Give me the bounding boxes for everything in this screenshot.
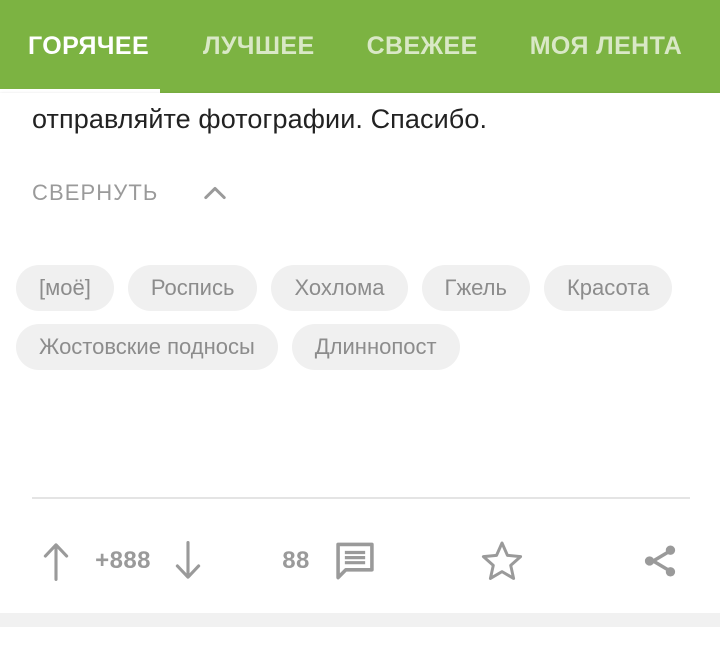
top-tab-bar: ГОРЯЧЕЕ ЛУЧШЕЕ СВЕЖЕЕ МОЯ ЛЕНТА СО — [0, 0, 720, 93]
tag-chip-krasota[interactable]: Красота — [543, 265, 673, 311]
tag-chip-gzhel[interactable]: Гжель — [421, 265, 530, 311]
tag-chip-label: [моё] — [39, 275, 91, 300]
tab-hot[interactable]: ГОРЯЧЕЕ — [0, 0, 177, 93]
post-card: отправляйте фотографии. Спасибо. СВЕРНУТ… — [0, 93, 720, 613]
post-action-bar: +888 88 — [0, 515, 720, 613]
share-button[interactable] — [636, 533, 684, 589]
tab-my-feed-label: МОЯ ЛЕНТА — [529, 32, 683, 60]
post-body-text: отправляйте фотографии. Спасибо. — [32, 104, 488, 134]
arrow-down-icon — [171, 538, 205, 584]
tag-chip-zhostovskie-podnosy[interactable]: Жостовские подносы — [16, 324, 278, 370]
star-outline-icon — [479, 538, 525, 584]
tab-communities[interactable]: СО — [708, 0, 720, 93]
page-background-bottom — [0, 627, 720, 665]
tab-best[interactable]: ЛУЧШЕЕ — [177, 0, 341, 93]
tag-chip-label: Жостовские подносы — [39, 334, 255, 359]
upvote-button[interactable] — [38, 533, 74, 589]
share-icon — [638, 539, 682, 583]
tag-chip-rospis[interactable]: Роспись — [127, 265, 258, 311]
tab-fresh[interactable]: СВЕЖЕЕ — [341, 0, 504, 93]
tag-chip-label: Роспись — [150, 275, 235, 300]
tag-chip-mine[interactable]: [моё] — [16, 265, 114, 311]
collapse-post-label: СВЕРНУТЬ — [32, 180, 159, 205]
downvote-button[interactable] — [170, 533, 206, 589]
post-score: +888 — [88, 533, 158, 589]
comments-button[interactable] — [332, 533, 378, 589]
post-score-value: +888 — [95, 547, 151, 574]
tag-chip-label: Хохлома — [294, 275, 385, 300]
tag-chip-label: Гжель — [444, 275, 507, 300]
comment-count: 88 — [262, 533, 330, 589]
tag-chip-label: Длиннопост — [314, 334, 437, 359]
tab-list: ГОРЯЧЕЕ ЛУЧШЕЕ СВЕЖЕЕ МОЯ ЛЕНТА СО — [0, 0, 720, 93]
tab-fresh-label: СВЕЖЕЕ — [366, 32, 478, 60]
tag-chip-dlinnopost[interactable]: Длиннопост — [291, 324, 460, 370]
tag-list: [моё] Роспись Хохлома Гжель Красота Жост… — [16, 265, 704, 370]
arrow-up-icon — [39, 538, 73, 584]
chevron-up-icon — [198, 176, 232, 210]
collapse-post-button[interactable]: СВЕРНУТЬ — [32, 176, 232, 210]
tag-chip-label: Красота — [566, 275, 650, 300]
tab-my-feed[interactable]: МОЯ ЛЕНТА — [504, 0, 708, 93]
comment-count-value: 88 — [282, 547, 310, 574]
tag-chip-hohloma[interactable]: Хохлома — [271, 265, 408, 311]
page-background-gap — [0, 613, 720, 627]
favorite-button[interactable] — [478, 533, 526, 589]
tab-hot-label: ГОРЯЧЕЕ — [28, 32, 150, 60]
app-root: ГОРЯЧЕЕ ЛУЧШЕЕ СВЕЖЕЕ МОЯ ЛЕНТА СО отпра… — [0, 0, 720, 665]
tab-best-label: ЛУЧШЕЕ — [203, 32, 315, 60]
post-divider — [32, 497, 690, 499]
comment-bubble-icon — [333, 539, 377, 583]
